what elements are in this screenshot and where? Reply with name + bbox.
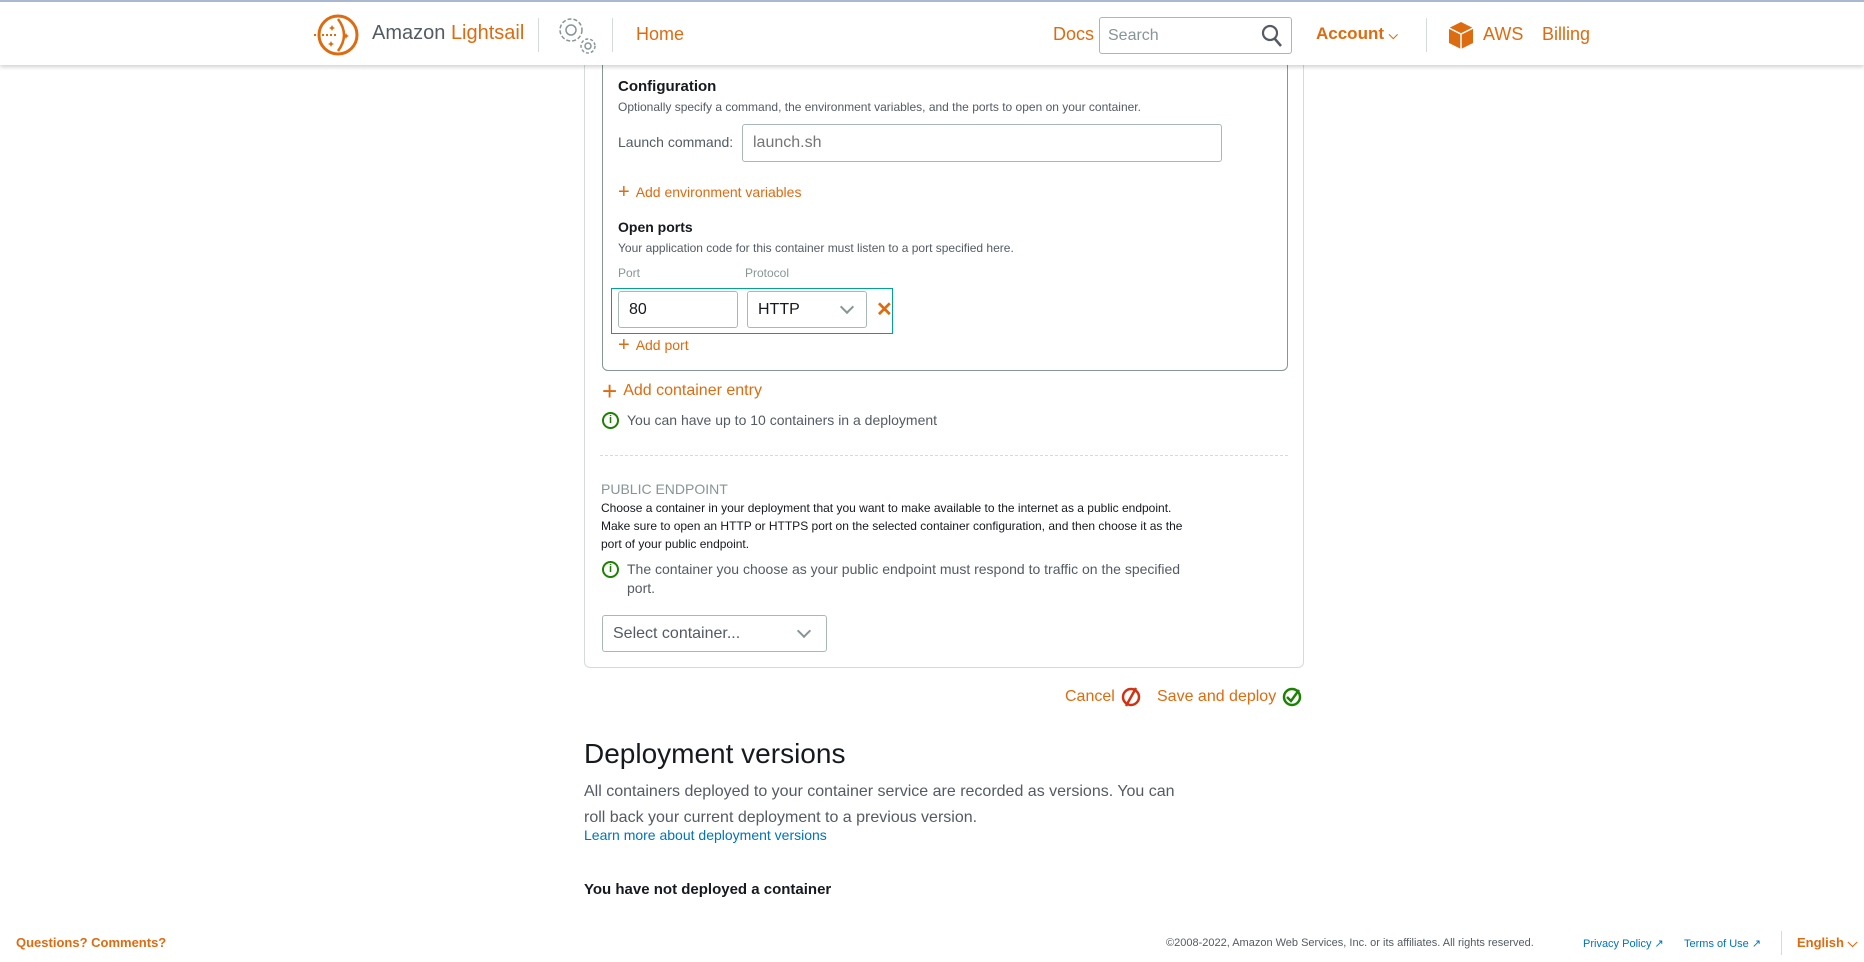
public-endpoint-info: i The container you choose as your public… bbox=[602, 560, 1202, 598]
select-container-dropdown[interactable]: Select container... bbox=[602, 615, 827, 652]
plus-icon: + bbox=[618, 334, 630, 356]
check-circle-icon bbox=[1282, 687, 1302, 707]
no-deployments-message: You have not deployed a container bbox=[584, 881, 832, 898]
aws-cube-icon bbox=[1449, 22, 1473, 49]
launch-command-label: Launch command: bbox=[618, 134, 734, 150]
add-port-label: Add port bbox=[635, 337, 689, 353]
port-label: Port bbox=[618, 266, 641, 280]
search-icon[interactable] bbox=[1261, 24, 1283, 48]
chevron-down-icon bbox=[796, 623, 812, 639]
search-box bbox=[1099, 17, 1292, 54]
learn-more-link[interactable]: Learn more about deployment versions bbox=[584, 827, 827, 843]
cancel-button[interactable]: Cancel bbox=[1065, 686, 1141, 708]
add-container-entry-button[interactable]: + Add container entry bbox=[602, 376, 762, 406]
protocol-select[interactable]: HTTP bbox=[747, 291, 867, 328]
deployment-versions-description: All containers deployed to your containe… bbox=[584, 783, 1175, 826]
top-nav: Amazon Lightsail Home Docs Account ⌵ AWS… bbox=[0, 0, 1864, 65]
chevron-down-icon: ⌵ bbox=[1847, 935, 1858, 950]
add-environment-variables-button[interactable]: + Add environment variables bbox=[618, 181, 802, 203]
open-ports-title: Open ports bbox=[618, 219, 693, 235]
port-input[interactable]: 80 bbox=[618, 291, 738, 328]
info-icon: i bbox=[602, 412, 619, 429]
container-limit-info: i You can have up to 10 containers in a d… bbox=[602, 411, 937, 430]
public-endpoint-info-text: The container you choose as your public … bbox=[627, 561, 1181, 596]
language-selector[interactable]: English ⌵ bbox=[1797, 935, 1857, 951]
cancel-icon bbox=[1121, 687, 1141, 707]
select-container-placeholder: Select container... bbox=[613, 624, 741, 642]
description-line: port of your public endpoint. bbox=[601, 537, 750, 551]
add-container-label: Add container entry bbox=[623, 382, 762, 399]
public-endpoint-title: PUBLIC ENDPOINT bbox=[601, 481, 728, 497]
external-link-icon: ↗ bbox=[1751, 938, 1762, 950]
public-endpoint-description: Choose a container in your deployment th… bbox=[601, 499, 1182, 553]
container-limit-text: You can have up to 10 containers in a de… bbox=[627, 412, 938, 428]
save-and-deploy-button[interactable]: Save and deploy bbox=[1157, 686, 1302, 708]
brand[interactable]: Amazon Lightsail bbox=[372, 22, 524, 45]
nav-home[interactable]: Home bbox=[636, 24, 684, 45]
brand-name: Lightsail bbox=[450, 22, 525, 44]
description-line: Make sure to open an HTTP or HTTPS port … bbox=[601, 519, 1183, 533]
privacy-policy-link[interactable]: Privacy Policy ↗ bbox=[1583, 937, 1664, 950]
protocol-label: Protocol bbox=[745, 266, 790, 280]
terms-of-use-link[interactable]: Terms of Use ↗ bbox=[1684, 937, 1761, 950]
copyright: ©2008-2022, Amazon Web Services, Inc. or… bbox=[1166, 937, 1534, 949]
search-input[interactable] bbox=[1108, 27, 1248, 45]
protocol-value: HTTP bbox=[758, 300, 800, 318]
remove-port-x-icon[interactable]: ✕ bbox=[876, 297, 893, 322]
lightsail-logo-icon[interactable] bbox=[312, 13, 360, 57]
description-line: Choose a container in your deployment th… bbox=[601, 501, 1172, 515]
plus-icon: + bbox=[602, 376, 618, 406]
feedback-link[interactable]: Questions? Comments? bbox=[16, 935, 166, 950]
add-port-button[interactable]: + Add port bbox=[618, 334, 689, 356]
configuration-description: Optionally specify a command, the enviro… bbox=[618, 100, 1141, 114]
save-label: Save and deploy bbox=[1157, 688, 1277, 705]
chevron-down-icon bbox=[839, 299, 855, 315]
info-icon: i bbox=[602, 561, 619, 578]
plus-icon: + bbox=[618, 181, 630, 203]
nav-aws[interactable]: AWS bbox=[1483, 24, 1523, 45]
language-label: English bbox=[1797, 935, 1844, 950]
launch-command-input[interactable] bbox=[742, 124, 1222, 162]
brand-prefix: Amazon bbox=[372, 22, 446, 44]
cancel-label: Cancel bbox=[1065, 688, 1115, 705]
nav-docs[interactable]: Docs bbox=[1053, 24, 1094, 45]
open-ports-description: Your application code for this container… bbox=[618, 241, 1014, 255]
divider bbox=[600, 455, 1288, 456]
external-link-icon: ↗ bbox=[1654, 938, 1664, 950]
nav-billing[interactable]: Billing bbox=[1542, 24, 1590, 45]
privacy-label: Privacy Policy bbox=[1583, 938, 1652, 950]
chevron-down-icon: ⌵ bbox=[1388, 28, 1398, 42]
deployment-versions-title: Deployment versions bbox=[584, 738, 846, 769]
account-label: Account bbox=[1316, 24, 1384, 43]
terms-label: Terms of Use bbox=[1684, 938, 1749, 950]
configuration-title: Configuration bbox=[618, 78, 717, 95]
add-env-label: Add environment variables bbox=[635, 184, 802, 200]
account-menu[interactable]: Account ⌵ bbox=[1316, 24, 1398, 44]
settings-gear-icon[interactable] bbox=[553, 12, 601, 58]
